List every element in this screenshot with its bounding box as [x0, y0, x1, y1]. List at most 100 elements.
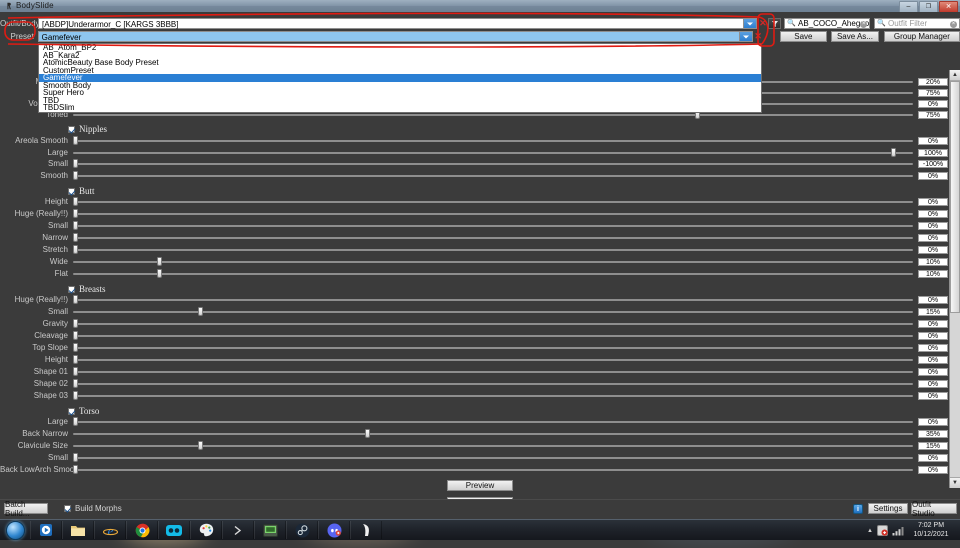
settings-button[interactable]: Settings [868, 503, 908, 514]
preset-dropdown-item[interactable]: Smooth Body [39, 81, 761, 90]
slider-value-input[interactable]: 35% [918, 429, 948, 438]
slider-thumb[interactable] [73, 465, 78, 474]
slider-track[interactable] [73, 245, 913, 254]
slider-thumb[interactable] [156, 257, 162, 266]
slider-thumb[interactable] [73, 136, 78, 145]
scrollbar-thumb[interactable] [950, 81, 960, 313]
slider-thumb[interactable] [73, 295, 78, 304]
taskbar-item-discord[interactable] [318, 521, 350, 539]
slider-thumb[interactable] [198, 307, 204, 316]
outfit-body-combo[interactable]: [ABDP]Underarmor_C [KARGS 3BBB] [38, 18, 758, 29]
preset-search-input[interactable]: 🔍 AB_COCO_AhegaoT- × [784, 18, 871, 29]
start-button[interactable] [2, 520, 28, 540]
slider-thumb[interactable] [73, 355, 78, 364]
slider-track[interactable] [73, 159, 913, 168]
slider-track[interactable] [73, 343, 913, 352]
preview-button[interactable]: Preview [447, 480, 513, 491]
slider-value-input[interactable]: 0% [918, 136, 948, 145]
torso-checkbox[interactable] [68, 407, 75, 415]
slider-value-input[interactable]: 0% [918, 417, 948, 426]
slider-track[interactable] [73, 197, 913, 206]
slider-track[interactable] [73, 417, 913, 426]
taskbar-item-video-app[interactable] [158, 521, 190, 539]
preset-dropdown-item[interactable]: CustomPreset [39, 66, 761, 75]
slider-track[interactable] [73, 257, 913, 266]
slider-value-input[interactable]: 0% [918, 197, 948, 206]
scroll-up-button[interactable]: ▲ [950, 70, 960, 81]
preset-dropdown-item[interactable]: Gamefever [39, 74, 761, 82]
slider-value-input[interactable]: 75% [918, 110, 948, 119]
preset-clear-button[interactable]: ✕ [753, 31, 764, 42]
slider-value-input[interactable]: 0% [918, 295, 948, 304]
slider-thumb[interactable] [73, 245, 78, 254]
slider-track[interactable] [73, 429, 913, 438]
outfit-filter-input[interactable]: 🔍 Outfit Filter × [874, 18, 960, 29]
slider-value-input[interactable]: 0% [918, 465, 948, 474]
preset-dropdown-item[interactable]: TBD [39, 96, 761, 105]
slider-value-input[interactable]: 0% [918, 367, 948, 376]
taskbar-item-steam[interactable] [286, 521, 318, 539]
taskbar-item-bodyslide[interactable] [350, 521, 382, 539]
show-hidden-icons-icon[interactable]: ▲ [867, 528, 873, 534]
build-morphs-checkbox[interactable] [64, 505, 71, 512]
slider-track[interactable] [73, 367, 913, 376]
preset-chevron-down-icon[interactable] [738, 32, 752, 41]
preset-dropdown-item[interactable]: TBDSlim [39, 104, 761, 112]
taskbar-item-terminal[interactable] [222, 521, 254, 539]
antivirus-icon[interactable] [877, 525, 888, 536]
outfit-body-clear-button[interactable]: ✕ [757, 18, 768, 29]
slider-scrollbar[interactable]: ▲ ▼ [949, 70, 960, 488]
slider-thumb[interactable] [891, 148, 897, 157]
slider-thumb[interactable] [73, 197, 78, 206]
slider-value-input[interactable]: 0% [918, 343, 948, 352]
slider-value-input[interactable]: 10% [918, 269, 948, 278]
save-as-button[interactable]: Save As... [831, 31, 879, 42]
slider-track[interactable] [73, 355, 913, 364]
slider-value-input[interactable]: 0% [918, 99, 948, 108]
slider-thumb[interactable] [73, 319, 78, 328]
outfit-filter-clear-icon[interactable]: × [949, 21, 957, 28]
slider-value-input[interactable]: 100% [918, 148, 948, 157]
slider-value-input[interactable]: 0% [918, 221, 948, 230]
preset-dropdown-item[interactable]: AtomicBeauty Base Body Preset [39, 59, 761, 67]
slider-value-input[interactable]: 0% [918, 391, 948, 400]
slider-thumb[interactable] [73, 171, 78, 180]
group-manager-button[interactable]: Group Manager [883, 31, 960, 42]
slider-thumb[interactable] [73, 343, 78, 352]
network-icon[interactable] [892, 526, 904, 536]
slider-track[interactable] [73, 379, 913, 388]
butt-checkbox[interactable] [68, 187, 75, 195]
preset-dropdown-list[interactable]: AB_Atom_BP2 AB_Kara2 AtomicBeauty Base Bod… [38, 43, 762, 113]
preset-combo[interactable]: Gamefever [37, 31, 753, 42]
slider-thumb[interactable] [156, 269, 162, 278]
taskbar-item-paint[interactable] [190, 521, 222, 539]
slider-value-input[interactable]: 10% [918, 257, 948, 266]
slider-value-input[interactable]: 0% [918, 209, 948, 218]
slider-value-input[interactable]: 0% [918, 331, 948, 340]
slider-track[interactable] [73, 331, 913, 340]
slider-track[interactable] [73, 233, 913, 242]
preset-dropdown-item[interactable]: Super Hero [39, 89, 761, 97]
slider-thumb[interactable] [73, 209, 78, 218]
slider-track[interactable] [73, 441, 913, 450]
batch-build-button[interactable]: Batch Build... [4, 500, 48, 518]
slider-track[interactable] [73, 136, 913, 145]
slider-track[interactable] [73, 171, 913, 180]
slider-thumb[interactable] [73, 379, 78, 388]
slider-track[interactable] [73, 295, 913, 304]
nipples-checkbox[interactable] [68, 125, 75, 133]
slider-value-input[interactable]: 0% [918, 233, 948, 242]
slider-value-input[interactable]: 15% [918, 441, 948, 450]
slider-thumb[interactable] [73, 221, 78, 230]
group-header-breasts[interactable]: Breasts [68, 284, 106, 294]
group-header-nipples[interactable]: Nipples [68, 124, 107, 134]
slider-value-input[interactable]: 15% [918, 307, 948, 316]
slider-track[interactable] [73, 269, 913, 278]
slider-track[interactable] [73, 209, 913, 218]
slider-track[interactable] [73, 148, 913, 157]
scroll-down-button[interactable]: ▼ [950, 477, 960, 488]
taskbar-item-nexus-mod-manager[interactable] [254, 521, 286, 539]
group-header-torso[interactable]: Torso [68, 406, 99, 416]
slider-thumb[interactable] [73, 391, 78, 400]
slider-track[interactable] [73, 391, 913, 400]
